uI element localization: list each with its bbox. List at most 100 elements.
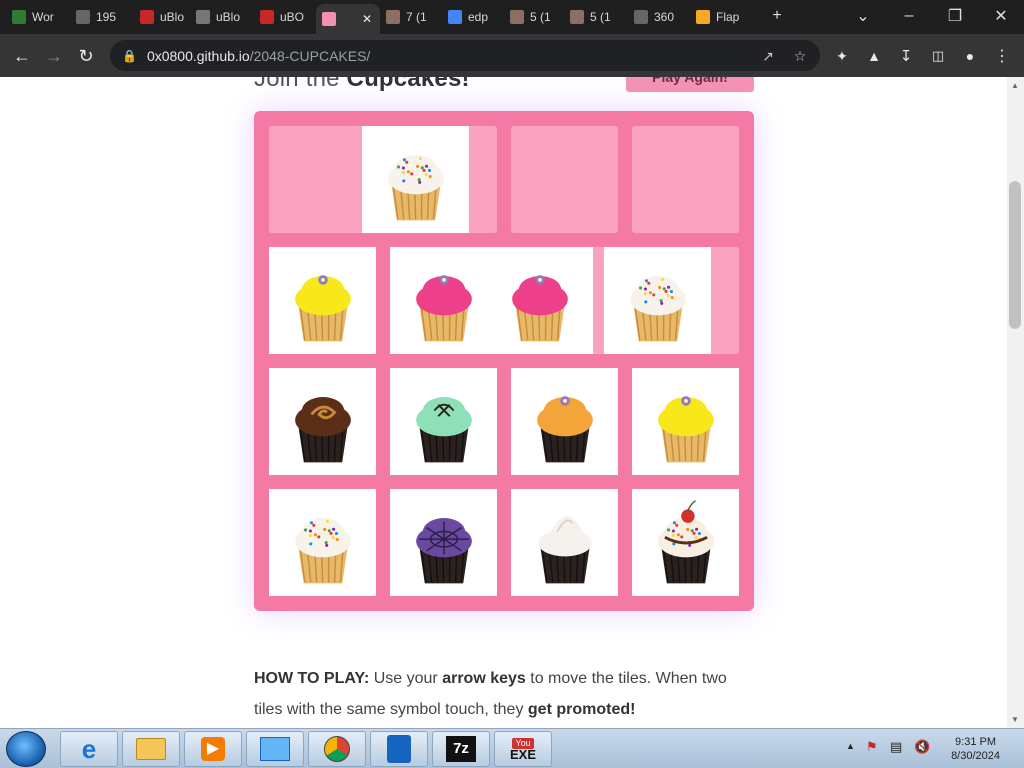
tray-expand-icon[interactable]: ▲	[846, 741, 855, 751]
network-icon[interactable]: ▤	[890, 739, 902, 755]
browser-tab[interactable]: 195	[70, 4, 128, 30]
chrome-icon[interactable]	[308, 731, 366, 767]
back-icon[interactable]: ←	[8, 42, 36, 70]
cupcake-tile-sundae	[632, 489, 739, 596]
tab-close-icon[interactable]: ✕	[362, 12, 372, 26]
control-panel-icon[interactable]	[246, 731, 304, 767]
tab-search-icon[interactable]: ⌄	[852, 4, 874, 28]
cupcake-favicon-icon	[322, 12, 336, 26]
share-icon[interactable]: ↗	[758, 46, 778, 66]
heading-bold: Cupcakes!	[346, 77, 470, 92]
browser-tab[interactable]: 7 (1	[380, 4, 438, 30]
url-path: /2048-CUPCAKES/	[249, 47, 371, 64]
reload-icon[interactable]: ↻	[72, 42, 100, 70]
menu-kebab-icon[interactable]: ⋮	[988, 42, 1016, 70]
howto-label: HOW TO PLAY:	[254, 670, 370, 687]
scroll-up-icon[interactable]: ▲	[1011, 81, 1019, 90]
tab-label: uBlo	[216, 10, 241, 24]
game-board	[254, 111, 754, 611]
extensions-icon[interactable]: ✦	[828, 42, 856, 70]
lock-icon: 🔒	[122, 48, 137, 63]
cupcake-tile-purple-web	[390, 489, 497, 596]
profile-icon[interactable]: ●	[956, 42, 984, 70]
restore-icon[interactable]: ❐	[944, 4, 966, 28]
7zip-label: 7z	[446, 736, 476, 762]
howto-arrow-keys: arrow keys	[442, 670, 526, 687]
cupcake-tile-mint	[390, 368, 497, 475]
start-button-icon[interactable]	[6, 731, 46, 767]
minimize-icon[interactable]: –	[898, 4, 920, 28]
browser-tab[interactable]: Wor	[6, 4, 64, 30]
window-close-icon[interactable]: ✕	[990, 4, 1012, 28]
page-scrollbar[interactable]: ▲ ▼	[1007, 77, 1024, 728]
cupcake-tile-yellow	[632, 368, 739, 475]
browser-tab[interactable]: ✕	[316, 4, 380, 34]
cupcake-tile-pink	[486, 247, 593, 354]
board-cell	[269, 126, 376, 233]
tab-label: edp	[468, 10, 489, 24]
cupcake-tile-sprinkles	[269, 489, 376, 596]
side-panel-icon[interactable]: ◫	[924, 42, 952, 70]
browser-tab[interactable]: uBlo	[190, 4, 248, 30]
ie-icon[interactable]: e	[60, 731, 118, 767]
ublock-icon	[140, 10, 154, 24]
cupcake-pink-icon	[415, 274, 472, 341]
globe-icon	[634, 10, 648, 24]
cupcake-choc-swirl-icon	[294, 396, 351, 462]
browser-tab[interactable]: Flap	[690, 4, 748, 30]
tab-label: 7 (1	[406, 10, 427, 24]
cupcake-tile-pink	[390, 247, 497, 354]
play-again-button[interactable]: Play Again!	[626, 77, 754, 92]
cupcake-sundae-icon	[657, 499, 714, 583]
folder-icon	[570, 10, 584, 24]
browser-tab[interactable]: 5 (1	[504, 4, 562, 30]
cupcake-tile-yellow	[269, 247, 376, 354]
web-page: Join the Cupcakes! Play Again! HOW TO PL…	[0, 77, 1007, 728]
browser-tab[interactable]: 360	[628, 4, 686, 30]
browser-tab[interactable]: edp	[442, 4, 500, 30]
tab-label: uBO	[280, 10, 305, 24]
tab-label: 5 (1	[590, 10, 611, 24]
tab-label: 360	[654, 10, 675, 24]
7zip-icon[interactable]: 7z	[432, 731, 490, 767]
clock[interactable]: 9:31 PM 8/30/2024	[951, 735, 1000, 763]
cupcake-tile-sprinkles	[604, 247, 711, 354]
browser-tab[interactable]: uBlo	[134, 4, 192, 30]
browser-tab[interactable]: uBO	[254, 4, 312, 30]
globe-icon	[76, 10, 90, 24]
tab-bar: Wor 195 uBlo uBlo uBO ✕ 7 (1 edp 5 (1 5 (1 360 Flap…	[0, 0, 1024, 34]
address-bar[interactable]: 🔒 0x0800.github.io/2048-CUPCAKES/ ↗ ☆	[110, 40, 820, 71]
scroll-thumb[interactable]	[1009, 181, 1021, 329]
bookmark-star-icon[interactable]: ☆	[790, 46, 810, 66]
forward-icon[interactable]: →	[40, 42, 68, 70]
app-tower-icon[interactable]	[370, 731, 428, 767]
page-heading: Join the Cupcakes!	[254, 77, 470, 93]
cupcake-mint-icon	[415, 396, 472, 462]
exe-label: EXE	[509, 747, 536, 762]
system-tray: ▲ ⚑ ▤ 🔇 9:31 PM 8/30/2024	[842, 731, 1024, 767]
tab-label: uBlo	[160, 10, 185, 24]
cupcake-sprinkles-icon	[629, 275, 686, 341]
flappy-icon	[696, 10, 710, 24]
browser-tab[interactable]: 5 (1	[564, 4, 622, 30]
download-icon[interactable]: ↧	[892, 42, 920, 70]
new-tab-icon[interactable]: +	[766, 4, 788, 28]
clock-time: 9:31 PM	[955, 736, 997, 748]
lab-flask-icon[interactable]: ▲	[860, 42, 888, 70]
action-center-icon[interactable]: ⚑	[866, 739, 878, 755]
cupcake-purple-web-icon	[415, 517, 472, 583]
scroll-down-icon[interactable]: ▼	[1011, 715, 1019, 724]
explorer-icon[interactable]	[122, 731, 180, 767]
howto-text-1: Use your	[369, 670, 443, 687]
url-domain: 0x0800.github.io	[146, 47, 250, 64]
folder-icon	[510, 10, 524, 24]
cupcake-yellow-icon	[657, 395, 714, 462]
board-cell	[632, 126, 739, 233]
media-player-icon[interactable]: ▶	[184, 731, 242, 767]
board-cell	[511, 126, 618, 233]
folder-icon	[386, 10, 400, 24]
youtube-exe-icon[interactable]: You EXE	[494, 731, 552, 767]
windows-taskbar: ▲ ⚑ ▤ 🔇 9:31 PM 8/30/2024 e ▶ 7z You EXE	[0, 728, 1024, 768]
cupcake-yellow-icon	[294, 274, 351, 341]
volume-muted-icon[interactable]: 🔇	[914, 739, 930, 755]
